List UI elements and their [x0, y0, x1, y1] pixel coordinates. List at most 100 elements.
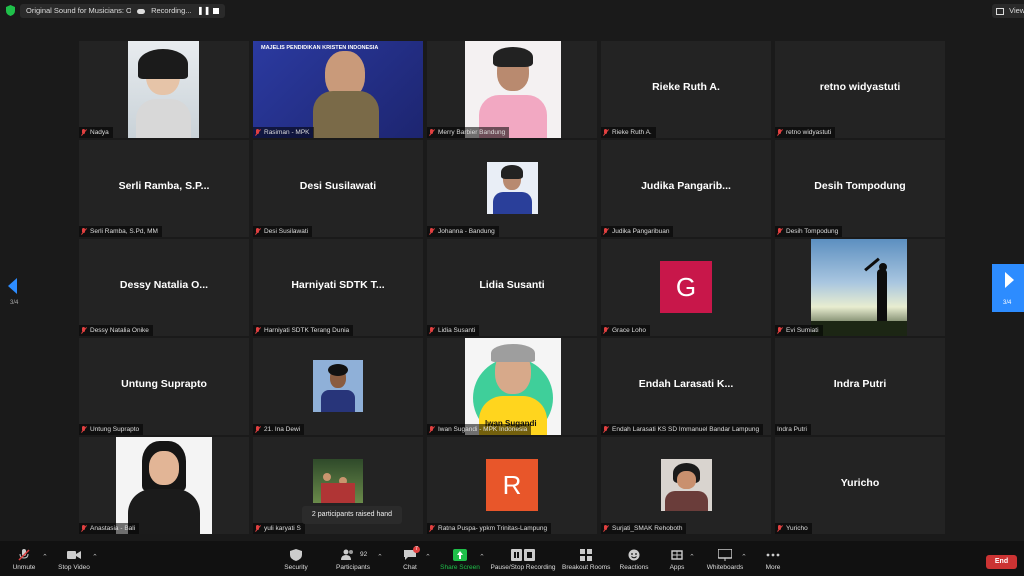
participant-name-label: Yuricho: [775, 523, 812, 534]
participant-tile[interactable]: Yuricho Yuricho: [775, 437, 945, 534]
participant-name-label: yuli karyati S: [253, 523, 305, 534]
view-button[interactable]: View: [992, 4, 1024, 18]
participant-name-label: Nadya: [79, 127, 113, 138]
whiteboards-label: Whiteboards: [706, 564, 744, 571]
end-meeting-button[interactable]: End: [986, 555, 1017, 569]
raised-hand-tooltip[interactable]: 2 participants raised hand: [302, 506, 402, 524]
muted-mic-icon: [429, 525, 435, 532]
more-dots-icon: [766, 553, 780, 557]
participant-display-name: Untung Suprapto: [121, 378, 207, 390]
participant-name-label: Dessy Natalia Onike: [79, 325, 153, 336]
participant-tile[interactable]: Anastasia - Bali: [79, 437, 249, 534]
participant-name-label: Anastasia - Bali: [79, 523, 140, 534]
unmute-button[interactable]: Unmute: [8, 541, 40, 576]
screen-banner-text: MAJELIS PENDIDIKAN KRISTEN INDONESIA: [261, 45, 379, 51]
original-sound-status[interactable]: Original Sound for Musicians: Off: [20, 4, 142, 18]
shield-icon: [290, 549, 302, 561]
participant-tile[interactable]: Merry Barbier Bandung: [427, 41, 597, 138]
muted-mic-icon: [255, 228, 261, 235]
next-page-button[interactable]: 3/4: [992, 264, 1024, 312]
whiteboards-options-caret[interactable]: ⌃: [741, 553, 747, 561]
gallery-grid: Nadya MAJELIS PENDIDIKAN KRISTEN INDONES…: [79, 41, 946, 536]
share-screen-button[interactable]: Share Screen: [440, 541, 480, 576]
more-button[interactable]: More: [760, 541, 786, 576]
participant-tile[interactable]: 21. Ina Dewi: [253, 338, 423, 435]
view-grid-icon: [996, 7, 1004, 15]
previous-page-button[interactable]: 3/4: [0, 264, 32, 312]
participants-button[interactable]: 92 Participants: [333, 541, 373, 576]
participant-display-name: Desih Tompodung: [814, 180, 906, 192]
participant-tile[interactable]: Endah Larasati K... Endah Larasati KS SD…: [601, 338, 771, 435]
breakout-rooms-icon: [580, 549, 592, 561]
participant-video: [465, 41, 561, 138]
muted-mic-icon: [777, 129, 783, 136]
security-button[interactable]: Security: [280, 541, 312, 576]
breakout-rooms-button[interactable]: Breakout Rooms: [562, 541, 610, 576]
recording-indicator: Recording...: [131, 4, 225, 18]
muted-mic-icon: [603, 228, 609, 235]
muted-mic-icon: [81, 327, 87, 334]
participant-tile[interactable]: Serli Ramba, S.P... Serli Ramba, S.Pd, M…: [79, 140, 249, 237]
audio-options-caret[interactable]: ⌃: [42, 553, 48, 561]
muted-mic-icon: [777, 525, 783, 532]
participant-display-name: Serli Ramba, S.P...: [118, 180, 210, 192]
chat-button[interactable]: 7 Chat: [398, 541, 422, 576]
participant-tile[interactable]: Judika Pangarib... Judika Pangaribuan: [601, 140, 771, 237]
participant-display-name: Lidia Susanti: [479, 279, 545, 291]
participant-tile[interactable]: MAJELIS PENDIDIKAN KRISTEN INDONESIA Ras…: [253, 41, 423, 138]
muted-mic-icon: [429, 129, 435, 136]
participant-tile[interactable]: R Ratna Puspa- ypkm Trinitas-Lampung: [427, 437, 597, 534]
muted-mic-icon: [81, 525, 87, 532]
participant-avatar: R: [486, 459, 538, 511]
reactions-button[interactable]: Reactions: [618, 541, 650, 576]
participant-tile[interactable]: G Grace Loho: [601, 239, 771, 336]
participant-name-label: Serli Ramba, S.Pd, MM: [79, 226, 162, 237]
participant-tile[interactable]: Johanna - Bandung: [427, 140, 597, 237]
muted-mic-icon: [603, 426, 609, 433]
pause-stop-icon: [511, 549, 535, 561]
participant-tile[interactable]: Untung Suprapto Untung Suprapto: [79, 338, 249, 435]
participant-tile[interactable]: Harniyati SDTK T... Harniyati SDTK Teran…: [253, 239, 423, 336]
share-options-caret[interactable]: ⌃: [479, 553, 485, 561]
participant-tile[interactable]: Iwan Sugandi Iwan Sugandi - MPK Indonesi…: [427, 338, 597, 435]
participant-tile[interactable]: Evi Sumiati: [775, 239, 945, 336]
muted-mic-icon: [255, 327, 261, 334]
chat-options-caret[interactable]: ⌃: [425, 553, 431, 561]
participants-options-caret[interactable]: ⌃: [377, 553, 383, 561]
whiteboard-icon: [718, 549, 732, 561]
participant-name-label: retno widyastuti: [775, 127, 836, 138]
participant-tile[interactable]: Indra Putri Indra Putri: [775, 338, 945, 435]
pause-stop-recording-button[interactable]: Pause/Stop Recording: [490, 541, 556, 576]
muted-mic-icon: [81, 228, 87, 235]
participant-tile[interactable]: Dessy Natalia O... Dessy Natalia Onike: [79, 239, 249, 336]
participant-tile[interactable]: Desih Tompodung Desih Tompodung: [775, 140, 945, 237]
video-options-caret[interactable]: ⌃: [92, 553, 98, 561]
participant-display-name: Yuricho: [840, 477, 880, 489]
participant-display-name: Judika Pangarib...: [641, 180, 731, 192]
recording-cloud-icon: [137, 8, 145, 14]
participant-video: [128, 41, 199, 138]
view-label: View: [1009, 6, 1024, 15]
stop-video-label: Stop Video: [58, 564, 90, 571]
apps-options-caret[interactable]: ⌃: [689, 553, 695, 561]
muted-microphone-icon: [18, 549, 30, 561]
participant-display-name: Dessy Natalia O...: [119, 279, 209, 291]
participant-tile[interactable]: Lidia Susanti Lidia Susanti: [427, 239, 597, 336]
pause-recording-button[interactable]: ❚❚: [197, 6, 210, 16]
apps-button[interactable]: Apps: [664, 541, 690, 576]
muted-mic-icon: [255, 426, 261, 433]
participant-tile[interactable]: retno widyastuti retno widyastuti: [775, 41, 945, 138]
muted-mic-icon: [603, 525, 609, 532]
participant-tile[interactable]: Surjati_SMAK Rehoboth: [601, 437, 771, 534]
muted-mic-icon: [255, 129, 261, 136]
reactions-label: Reactions: [619, 564, 649, 571]
stop-recording-button[interactable]: [213, 8, 219, 14]
participant-name-label: Lidia Susanti: [427, 325, 480, 336]
whiteboards-button[interactable]: Whiteboards: [704, 541, 746, 576]
participant-tile[interactable]: Rieke Ruth A. Rieke Ruth A.: [601, 41, 771, 138]
stop-video-button[interactable]: Stop Video: [55, 541, 93, 576]
participant-tile[interactable]: Desi Susilawati Desi Susilawati: [253, 140, 423, 237]
more-label: More: [765, 564, 781, 571]
muted-mic-icon: [429, 228, 435, 235]
participant-tile[interactable]: Nadya: [79, 41, 249, 138]
